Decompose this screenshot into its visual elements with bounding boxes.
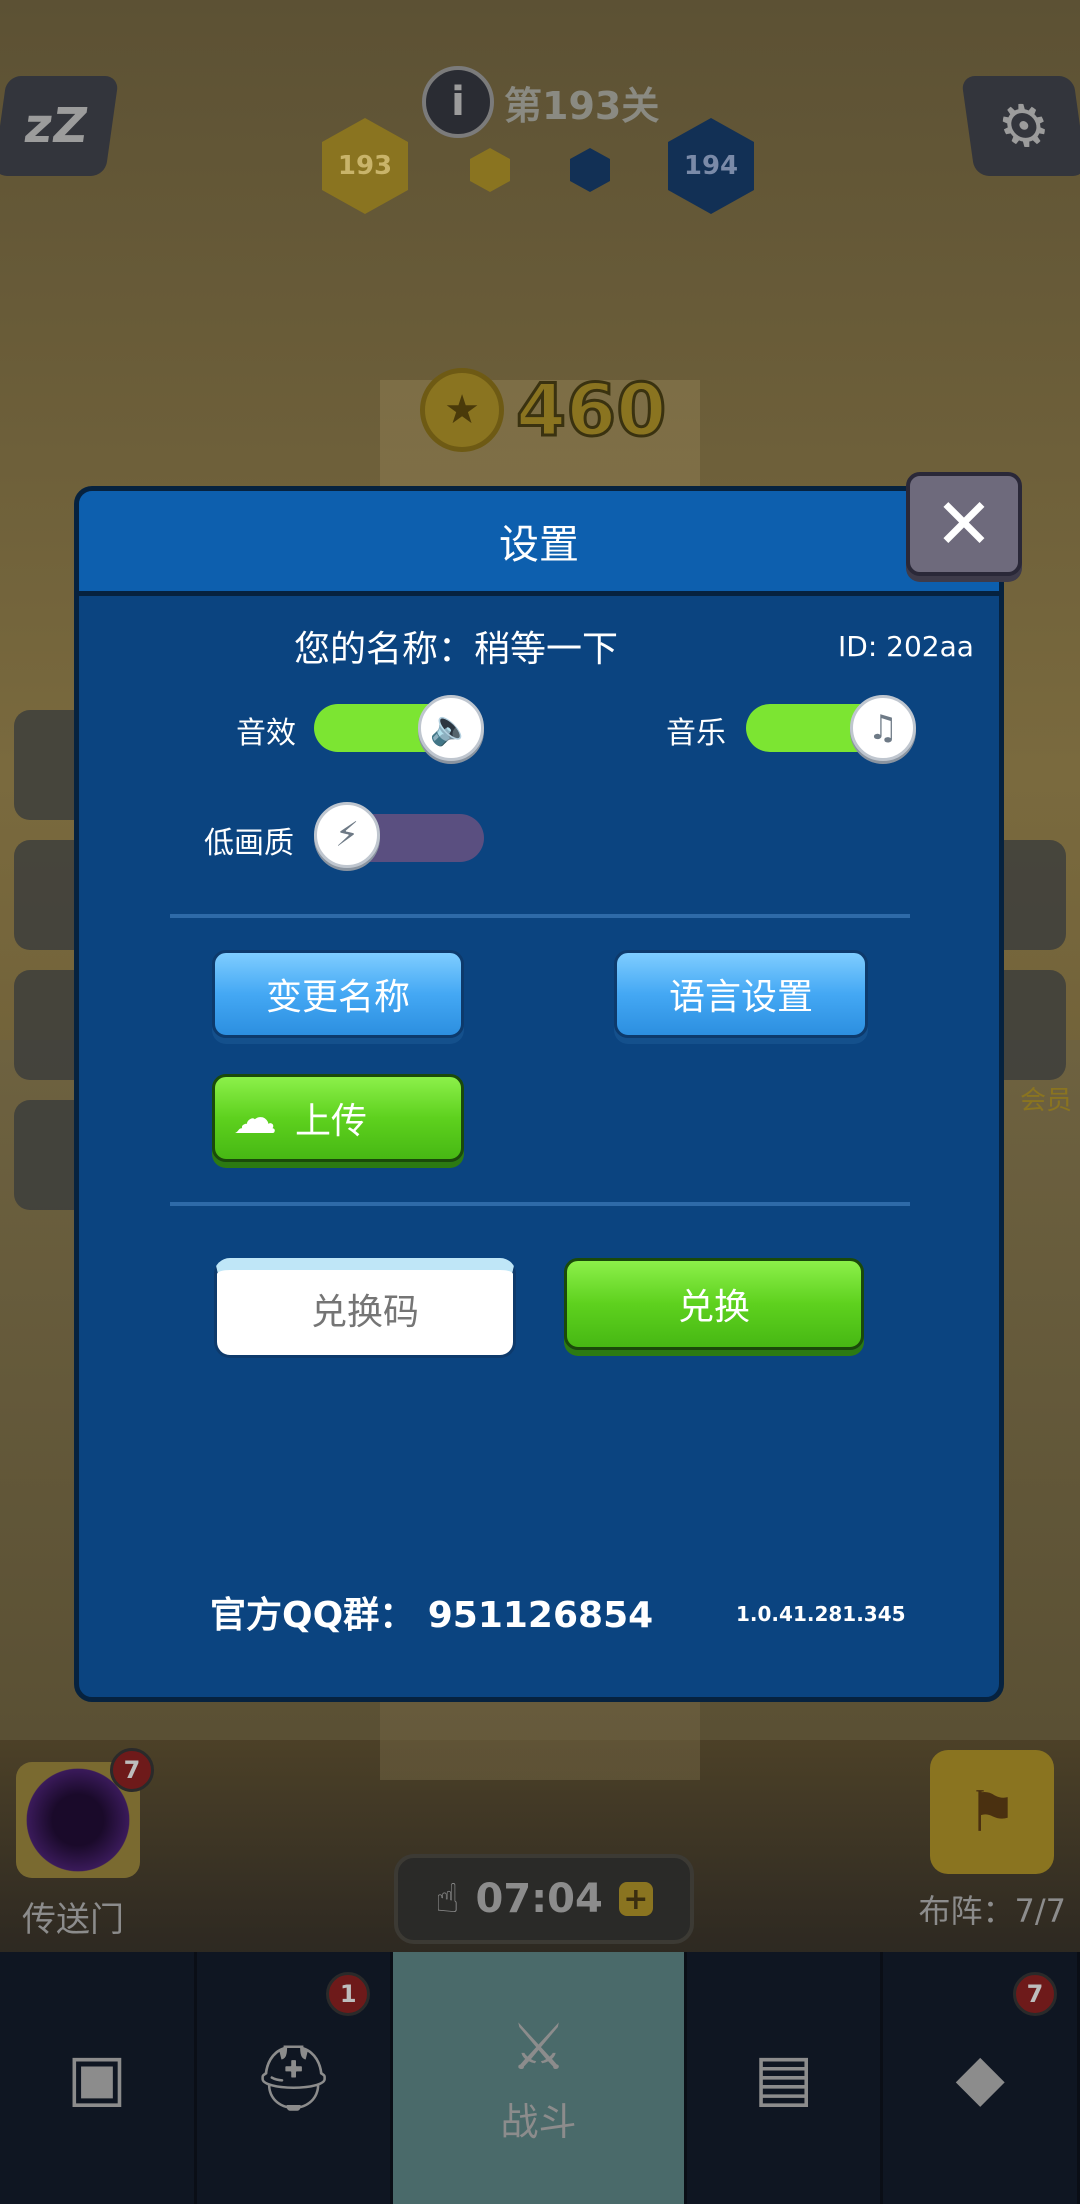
sound-toggle[interactable]: 🔈 (314, 695, 484, 761)
formation-icon: ⚑ (966, 1779, 1018, 1845)
redeem-label: 兑换 (677, 1287, 750, 1328)
crossed-swords-icon: ⚔ (509, 2010, 568, 2085)
player-id: ID: 202aa (838, 630, 974, 663)
vip-label: 会员 (1019, 1086, 1072, 1116)
portal-button[interactable]: 7 (16, 1748, 154, 1878)
music-toggle[interactable]: ♫ (746, 695, 916, 761)
formation-label: 布阵：7/7 (918, 1892, 1066, 1930)
upload-button[interactable]: ☁ 上传 (212, 1074, 464, 1162)
coin-counter: ★ 460 (420, 367, 668, 454)
heroes-badge: 1 (326, 1972, 371, 2016)
redeem-button[interactable]: 兑换 (564, 1258, 864, 1350)
nav-tab-chest[interactable]: ▣ (0, 1952, 197, 2204)
spell-book-icon: ▤ (753, 2041, 814, 2115)
level-title: 第193关 (504, 83, 660, 128)
divider-1 (170, 914, 910, 918)
bottom-nav: ▣ ⛑ 1 ⚔ 战斗 ▤ ◆ 7 (0, 1952, 1080, 2204)
language-label: 语言设置 (668, 977, 813, 1018)
info-icon[interactable]: i (422, 66, 494, 138)
nav-tab-heroes[interactable]: ⛑ 1 (197, 1952, 394, 2204)
coin-icon: ★ (420, 368, 504, 452)
low-quality-label: 低画质 (204, 826, 294, 861)
treasure-chest-icon: ▣ (66, 2041, 128, 2115)
lightning-icon: ⚡ (314, 802, 380, 868)
gear-icon: ⚙ (993, 92, 1055, 160)
dialog-header: 设置 (79, 491, 999, 596)
version-label: 1.0.41.281.345 (736, 1602, 906, 1626)
close-icon: ✕ (934, 483, 994, 565)
amulet-badge: 7 (1013, 1972, 1058, 2016)
coin-value: 460 (514, 367, 667, 454)
low-quality-toggle[interactable]: ⚡ (314, 802, 484, 868)
music-note-icon: ♫ (850, 695, 916, 761)
sleep-icon: zZ (20, 98, 92, 154)
formation-button[interactable]: ⚑ (930, 1750, 1054, 1874)
sound-label: 音效 (236, 716, 296, 751)
tap-hand-icon: ☝ (435, 1876, 460, 1922)
battle-timer: ☝ 07:04 + (394, 1854, 694, 1944)
speaker-icon: 🔈 (418, 695, 484, 761)
change-name-button[interactable]: 变更名称 (212, 950, 464, 1038)
player-name: 您的名称：稍等一下 (294, 629, 619, 670)
music-label: 音乐 (666, 716, 726, 751)
redeem-code-input[interactable] (214, 1258, 516, 1358)
amulet-icon: ◆ (955, 2041, 1005, 2115)
timer-value: 07:04 (475, 1876, 603, 1922)
timer-plus-icon[interactable]: + (618, 1882, 653, 1917)
divider-2 (170, 1202, 910, 1206)
close-button[interactable]: ✕ (906, 472, 1022, 576)
qq-group: 官方QQ群： 951126854 (210, 1595, 654, 1636)
language-settings-button[interactable]: 语言设置 (614, 950, 868, 1038)
battle-tab-label: 战斗 (500, 2099, 577, 2144)
portal-label: 传送门 (22, 1900, 124, 1940)
nav-tab-amulet[interactable]: ◆ 7 (883, 1952, 1080, 2204)
change-name-label: 变更名称 (265, 977, 410, 1018)
dialog-title: 设置 (499, 522, 579, 568)
viking-helmet-icon: ⛑ (252, 2041, 335, 2116)
nav-tab-book[interactable]: ▤ (687, 1952, 884, 2204)
portal-badge: 7 (110, 1748, 154, 1792)
sleep-button[interactable]: zZ (0, 76, 120, 176)
settings-gear-button[interactable]: ⚙ (960, 76, 1080, 176)
level-info: i 第193关 (422, 66, 659, 138)
nav-tab-battle[interactable]: ⚔ 战斗 (393, 1952, 687, 2204)
cloud-upload-icon: ☁ (233, 1092, 277, 1144)
upload-label: 上传 (295, 1101, 368, 1142)
